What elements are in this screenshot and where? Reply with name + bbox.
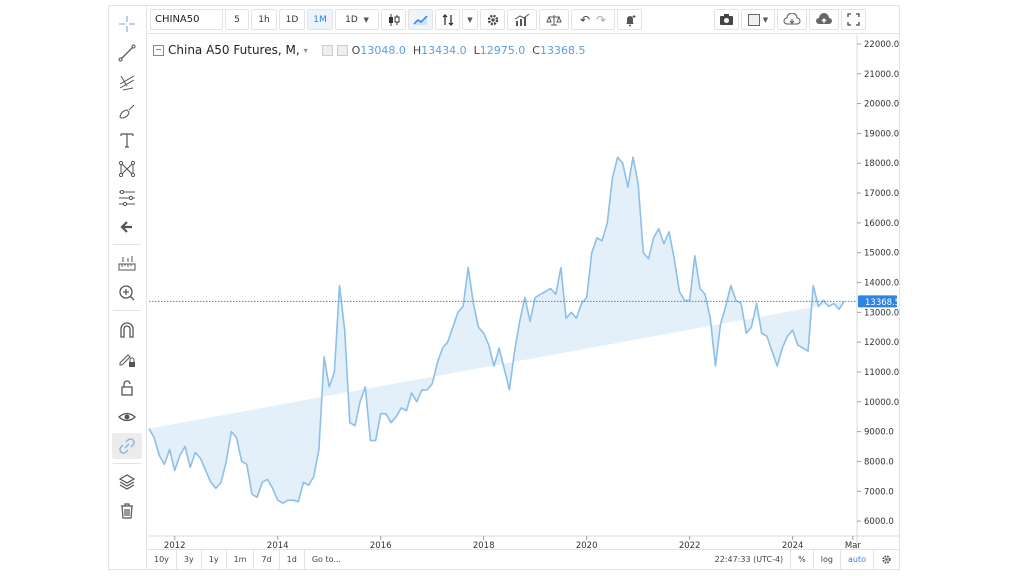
- price-chart[interactable]: 6000.0 7000.0 8000.0 9000.0 10000.0 11000.0 12…: [109, 6, 899, 569]
- percent-toggle[interactable]: %: [790, 550, 813, 569]
- clock-readout: 22:47:33 (UTC-4): [714, 555, 784, 564]
- legend-ohlc: O13048.0 H13434.0 L12975.0 C13368.5: [352, 44, 586, 57]
- range-10y-button[interactable]: 10y: [147, 550, 176, 569]
- y-tick-label: 10000.0: [864, 398, 899, 408]
- y-tick-label: 13000.0: [864, 308, 899, 318]
- range-1y-button[interactable]: 1y: [200, 550, 226, 569]
- gear-icon: [882, 555, 891, 564]
- legend-title: China A50 Futures, M,: [168, 43, 300, 57]
- close-value: 13368.5: [539, 43, 586, 57]
- y-tick-label: 6000.0: [864, 517, 894, 527]
- y-tick-label: 18000.0: [864, 159, 899, 169]
- y-tick-label: 7000.0: [864, 487, 894, 497]
- y-tick-label: 14000.0: [864, 279, 899, 289]
- range-3y-button[interactable]: 3y: [175, 550, 201, 569]
- range-7d-button[interactable]: 7d: [253, 550, 278, 569]
- y-tick-label: 8000.0: [864, 457, 894, 467]
- bottom-toolbar: 10y 3y 1y 1m 7d 1d Go to... 22:47:33 (UT…: [147, 549, 899, 569]
- y-tick-label: 21000.0: [864, 70, 899, 80]
- y-tick-label: 16000.0: [864, 219, 899, 229]
- y-tick-label: 11000.0: [864, 368, 899, 378]
- legend-settings-icon[interactable]: [321, 44, 333, 56]
- y-tick-label: 9000.0: [864, 428, 894, 438]
- y-tick-label: 17000.0: [864, 189, 899, 199]
- chart-legend: − China A50 Futures, M, ▾ O13048.0 H1343…: [153, 43, 585, 57]
- collapse-legend-icon[interactable]: −: [153, 44, 164, 56]
- chart-settings-button[interactable]: [873, 550, 899, 569]
- goto-button[interactable]: Go to...: [303, 550, 348, 569]
- legend-menu-icon[interactable]: ▾: [304, 46, 308, 55]
- y-tick-label: 19000.0: [864, 129, 899, 139]
- log-toggle[interactable]: log: [812, 550, 840, 569]
- last-price-label: 13368.5: [865, 298, 899, 308]
- y-tick-label: 12000.0: [864, 338, 899, 348]
- range-1m-button[interactable]: 1m: [225, 550, 254, 569]
- chart-app: CHINA50 5 1h 1D 1M 1D ▼ ▼ ↶ ↷ ▼ 6000.0 7…: [108, 5, 900, 570]
- legend-close-icon[interactable]: [336, 44, 348, 56]
- y-tick-label: 22000.0: [864, 40, 899, 50]
- price-area-fill: [149, 157, 845, 504]
- range-1d-button[interactable]: 1d: [278, 550, 304, 569]
- open-value: 13048.0: [360, 43, 406, 57]
- high-label: H: [412, 43, 422, 57]
- y-tick-label: 15000.0: [864, 249, 899, 259]
- y-tick-label: 20000.0: [864, 100, 899, 110]
- high-value: 13434.0: [421, 43, 467, 57]
- low-value: 12975.0: [479, 43, 526, 57]
- close-label: C: [532, 43, 540, 57]
- auto-toggle[interactable]: auto: [839, 550, 873, 569]
